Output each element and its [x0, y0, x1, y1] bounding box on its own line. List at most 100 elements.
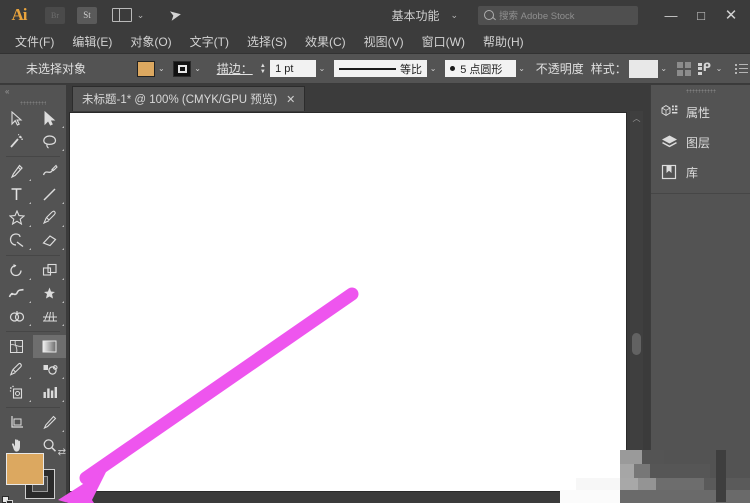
- brush-definition-label: 5 点圆形: [460, 63, 503, 76]
- stepper-down-icon: ▼: [259, 68, 266, 75]
- adobe-stock-search[interactable]: 搜索 Adobe Stock: [478, 5, 638, 25]
- toolbar-grip[interactable]: [0, 98, 66, 107]
- close-icon[interactable]: ✕: [286, 93, 295, 106]
- brush-definition-select[interactable]: 5 点圆形: [445, 60, 516, 77]
- chevron-down-icon: ⌄: [136, 9, 145, 20]
- layout-grid-icon: [111, 8, 132, 22]
- scrollbar-thumb[interactable]: [632, 333, 641, 355]
- lasso-tool[interactable]: [33, 130, 66, 153]
- eraser-tool[interactable]: [33, 229, 66, 252]
- default-fill-stroke-icon[interactable]: [2, 496, 13, 503]
- arrange-dropdown-icon[interactable]: ⌄: [713, 61, 725, 77]
- magic-wand-tool[interactable]: [0, 130, 33, 153]
- stock-icon: St: [77, 6, 97, 24]
- fill-dropdown-icon[interactable]: ⌄: [155, 61, 167, 77]
- symbol-sprayer-tool[interactable]: [0, 381, 33, 404]
- close-button[interactable]: ✕: [716, 0, 746, 30]
- stroke-dropdown-icon[interactable]: ⌄: [191, 61, 203, 77]
- curvature-tool[interactable]: [33, 160, 66, 183]
- blend-tool[interactable]: [33, 358, 66, 381]
- control-bar: 未选择对象 ⌄ ⌄ 描边： ▲ ▼ 1 pt ⌄ 等比 ⌄ 5 点圆形 ⌄ 不透…: [0, 54, 750, 84]
- panel-item-layers[interactable]: 图层: [651, 127, 750, 157]
- right-panel-dock: 属性 图层 库: [650, 85, 750, 503]
- menu-object[interactable]: 对象(O): [121, 30, 180, 54]
- graphic-style-swatch[interactable]: [628, 59, 658, 78]
- menu-help[interactable]: 帮助(H): [474, 30, 533, 54]
- right-panel-grip[interactable]: [651, 85, 750, 97]
- brush-definition-dropdown-icon[interactable]: ⌄: [516, 61, 528, 77]
- stroke-color-swatch[interactable]: [173, 60, 192, 77]
- rocket-icon: ➤: [167, 6, 183, 25]
- eyedropper-tool[interactable]: [0, 358, 33, 381]
- column-graph-tool[interactable]: [33, 381, 66, 404]
- maximize-button[interactable]: □: [686, 0, 716, 30]
- properties-icon: [660, 103, 678, 121]
- opacity-label[interactable]: 不透明度: [536, 60, 584, 77]
- workspace-switcher[interactable]: 基本功能 ⌄ 搜索 Adobe Stock — □ ✕: [391, 0, 750, 30]
- panel-item-properties[interactable]: 属性: [651, 97, 750, 127]
- shape-tool[interactable]: [0, 206, 33, 229]
- vertical-scrollbar[interactable]: ︿: [630, 111, 643, 503]
- document-tab-strip: 未标题-1* @ 100% (CMYK/GPU 预览) ✕: [66, 85, 650, 112]
- style-dropdown-icon[interactable]: ⌄: [658, 61, 670, 77]
- search-icon: [484, 10, 494, 20]
- menu-effect[interactable]: 效果(C): [296, 30, 355, 54]
- shaper-tool[interactable]: [0, 229, 33, 252]
- fill-color-swatch[interactable]: [137, 60, 156, 77]
- width-tool[interactable]: [0, 282, 33, 305]
- gradient-tool[interactable]: [33, 335, 66, 358]
- toolbar-collapse-button[interactable]: «: [0, 85, 66, 98]
- stroke-profile-select[interactable]: 等比: [334, 60, 427, 77]
- stroke-weight-dropdown-icon[interactable]: ⌄: [316, 61, 328, 77]
- menu-type[interactable]: 文字(T): [181, 30, 238, 54]
- artboard-tool[interactable]: [0, 411, 33, 434]
- document-area: 未标题-1* @ 100% (CMYK/GPU 预览) ✕ ︿: [66, 85, 650, 503]
- perspective-grid-tool[interactable]: [33, 305, 66, 328]
- menu-file[interactable]: 文件(F): [6, 30, 63, 54]
- more-options-button[interactable]: [733, 60, 750, 78]
- menu-edit[interactable]: 编辑(E): [63, 30, 121, 54]
- menu-window[interactable]: 窗口(W): [413, 30, 474, 54]
- chevron-down-icon: ⌄: [450, 9, 458, 20]
- line-segment-tool[interactable]: [33, 183, 66, 206]
- paintbrush-tool[interactable]: [33, 206, 66, 229]
- stroke-weight-stepper[interactable]: ▲ ▼: [258, 61, 268, 77]
- arrange-documents-button[interactable]: ⌄: [108, 5, 148, 25]
- menu-bar: 文件(F) 编辑(E) 对象(O) 文字(T) 选择(S) 效果(C) 视图(V…: [0, 30, 750, 54]
- menu-select[interactable]: 选择(S): [238, 30, 296, 54]
- toolbar-divider: [6, 255, 60, 256]
- tool-group-transform: [0, 259, 66, 328]
- mesh-tool[interactable]: [0, 335, 33, 358]
- stroke-profile-label: 等比: [400, 63, 422, 76]
- home-launch-button[interactable]: ➤: [162, 5, 188, 25]
- bridge-button[interactable]: Br: [44, 5, 66, 25]
- scroll-up-icon[interactable]: ︿: [630, 113, 643, 124]
- illustrator-window: Ai Br St ⌄ ➤ 基本功能 ⌄ 搜索 Adobe Stock — □ ✕: [0, 0, 750, 503]
- panel-item-libraries[interactable]: 库: [651, 157, 750, 187]
- tool-more-corner-icon: [62, 278, 64, 280]
- stock-button[interactable]: St: [76, 5, 98, 25]
- shape-builder-tool[interactable]: [0, 305, 33, 328]
- stroke-weight-label[interactable]: 描边：: [217, 60, 253, 77]
- type-tool[interactable]: [0, 183, 33, 206]
- slice-tool[interactable]: [33, 411, 66, 434]
- free-transform-tool[interactable]: [33, 282, 66, 305]
- selection-tool[interactable]: [0, 107, 33, 130]
- tool-group-view: [0, 411, 66, 457]
- direct-selection-tool[interactable]: [33, 107, 66, 130]
- align-button[interactable]: [676, 60, 693, 78]
- stroke-weight-input[interactable]: 1 pt: [270, 60, 316, 77]
- artboard-canvas[interactable]: [70, 113, 626, 491]
- scale-tool[interactable]: [33, 259, 66, 282]
- toolbar-divider: [6, 331, 60, 332]
- menu-view[interactable]: 视图(V): [355, 30, 413, 54]
- minimize-button[interactable]: —: [656, 0, 686, 30]
- arrange-button[interactable]: ᑭ: [696, 60, 713, 78]
- document-tab[interactable]: 未标题-1* @ 100% (CMYK/GPU 预览) ✕: [72, 86, 306, 111]
- pen-tool[interactable]: [0, 160, 33, 183]
- stroke-profile-dropdown-icon[interactable]: ⌄: [427, 61, 439, 77]
- rotate-tool[interactable]: [0, 259, 33, 282]
- swap-fill-stroke-icon[interactable]: ⇄: [58, 447, 66, 458]
- tool-more-corner-icon: [29, 324, 31, 326]
- toolbar-fill-swatch[interactable]: [6, 453, 44, 485]
